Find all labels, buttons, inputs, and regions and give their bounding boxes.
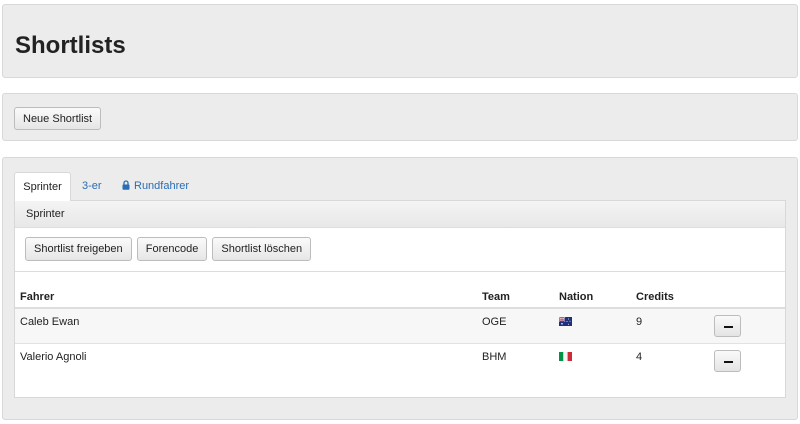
header-nation: Nation bbox=[554, 286, 631, 309]
header-actions bbox=[709, 286, 785, 309]
new-shortlist-button[interactable]: Neue Shortlist bbox=[14, 107, 102, 130]
remove-rider-button[interactable] bbox=[714, 315, 741, 337]
rider-nation bbox=[554, 307, 631, 343]
table-row: Valerio Agnoli BHM 4 bbox=[15, 342, 785, 378]
forum-code-button[interactable]: Forencode bbox=[136, 237, 208, 261]
italy-flag-icon bbox=[559, 351, 572, 361]
australia-flag-icon bbox=[559, 317, 572, 326]
rider-actions bbox=[709, 342, 785, 378]
rider-credits: 9 bbox=[631, 307, 709, 343]
lock-icon bbox=[122, 180, 130, 190]
action-panel: Neue Shortlist bbox=[2, 93, 798, 141]
tab-3-er[interactable]: 3-er bbox=[82, 172, 102, 201]
rider-name: Valerio Agnoli bbox=[15, 342, 477, 378]
tab-rundfahrer-label: Rundfahrer bbox=[134, 180, 190, 192]
table-header-row: Fahrer Team Nation Credits bbox=[15, 286, 785, 309]
tab-sprinter[interactable]: Sprinter bbox=[14, 172, 71, 201]
rider-actions bbox=[709, 307, 785, 343]
header-team: Team bbox=[477, 286, 554, 309]
shortlist-button-bar: Shortlist freigeben Forencode Shortlist … bbox=[15, 228, 785, 272]
tab-rundfahrer[interactable]: Rundfahrer bbox=[122, 172, 189, 201]
delete-shortlist-button[interactable]: Shortlist löschen bbox=[212, 237, 312, 261]
shortlist-panel: Sprinter 3-er Rundfahrer Sprinter Shortl… bbox=[2, 157, 798, 420]
rider-team: OGE bbox=[477, 307, 554, 343]
page-title: Shortlists bbox=[15, 32, 126, 59]
shortlist-name: Sprinter bbox=[15, 201, 785, 228]
table-row: Caleb Ewan OGE 9 bbox=[15, 307, 785, 343]
rider-table: Fahrer Team Nation Credits Caleb Ewan OG… bbox=[15, 286, 785, 378]
rider-name: Caleb Ewan bbox=[15, 307, 477, 343]
remove-rider-button[interactable] bbox=[714, 349, 741, 372]
tab-content: Sprinter Shortlist freigeben Forencode S… bbox=[14, 200, 786, 398]
release-shortlist-button[interactable]: Shortlist freigeben bbox=[25, 237, 132, 261]
title-panel: Shortlists bbox=[2, 4, 798, 78]
rider-credits: 4 bbox=[631, 342, 709, 378]
rider-team: BHM bbox=[477, 342, 554, 378]
header-rider: Fahrer bbox=[15, 286, 477, 309]
header-credits: Credits bbox=[631, 286, 709, 309]
rider-nation bbox=[554, 342, 631, 378]
